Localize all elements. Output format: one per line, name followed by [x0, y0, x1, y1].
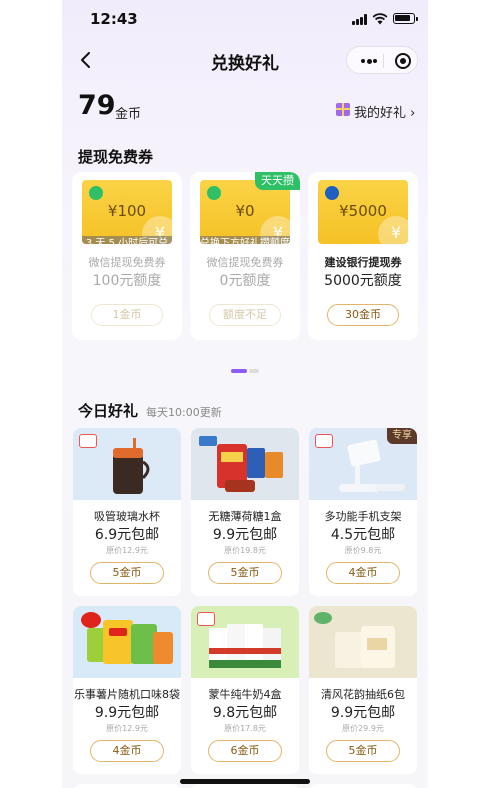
- brand-logo-icon: [197, 612, 215, 626]
- chips-illustration: [81, 612, 173, 664]
- voucher-tag: 天天攒: [255, 172, 300, 190]
- voucher-redeem-button[interactable]: 额度不足: [209, 304, 281, 326]
- more-dots-icon[interactable]: [361, 58, 377, 64]
- product-name: 清风花韵抽纸6包: [321, 688, 405, 701]
- capsule-divider: [383, 54, 384, 68]
- product-price: 4.5元包邮: [330, 527, 396, 543]
- navigation-bar: 兑换好礼: [62, 38, 428, 82]
- brand-logo-icon: [79, 434, 97, 448]
- product-price: 9.9元包邮: [330, 705, 396, 721]
- product-image: [73, 428, 181, 500]
- coin-balance: 79: [78, 90, 116, 121]
- wechat-pay-icon: [89, 186, 103, 200]
- product-redeem-button[interactable]: 6金币: [208, 740, 282, 762]
- voucher-card[interactable]: ¥0 ¥ 兑换下方好礼攒额度 天天攒 微信提现免费券 0元额度 额度不足: [190, 172, 300, 340]
- status-time: 12:43: [90, 10, 138, 28]
- voucher-card[interactable]: ¥5000 ¥ 建设银行提现券 5000元额度 30金币: [308, 172, 418, 340]
- product-original-price: 原价19.8元: [224, 546, 266, 555]
- ccb-bank-icon: [325, 186, 339, 200]
- product-price: 9.8元包邮: [212, 705, 278, 721]
- my-gifts-label: 我的好礼 ›: [354, 106, 416, 121]
- voucher-quota: 100元额度: [92, 273, 162, 289]
- product-image: [309, 606, 417, 678]
- today-section-subtitle: 每天10:00更新: [146, 406, 222, 419]
- mini-program-capsule: [346, 46, 418, 74]
- mint-candy-illustration: [199, 436, 283, 492]
- product-price: 9.9元包邮: [94, 705, 160, 721]
- product-price: 9.9元包邮: [212, 527, 278, 543]
- vouchers-section-title: 提现免费券: [78, 148, 154, 166]
- product-original-price: 原价9.8元: [344, 546, 382, 555]
- carousel-indicator: [231, 369, 261, 373]
- phone-screen: 12:43 兑换好礼 79 金币 我的好礼 › 提现免费券 ¥100 ¥ 3 天…: [62, 0, 428, 788]
- tissue-pack-illustration: [314, 612, 395, 668]
- wechat-pay-icon: [207, 186, 221, 200]
- voucher-carousel[interactable]: ¥100 ¥ 3 天 5 小时后可兑 微信提现免费券 100元额度 1金币 ¥0…: [62, 172, 428, 342]
- product-card[interactable]: 蒙牛纯牛奶4盒 9.8元包邮 原价17.8元 6金币: [191, 606, 299, 774]
- coin-unit: 金币: [115, 107, 142, 122]
- voucher-hint: 兑换下方好礼攒额度: [200, 236, 290, 244]
- product-name: 无糖薄荷糖1盒: [208, 510, 282, 523]
- product-redeem-button[interactable]: 5金币: [208, 562, 282, 584]
- voucher-card[interactable]: ¥100 ¥ 3 天 5 小时后可兑 微信提现免费券 100元额度 1金币: [72, 172, 182, 340]
- product-redeem-button[interactable]: 5金币: [90, 562, 164, 584]
- indicator-active: [231, 369, 247, 373]
- indicator-inactive: [249, 369, 259, 373]
- gift-box-icon: [336, 103, 350, 116]
- product-card-partial: [191, 784, 299, 788]
- product-image: [191, 606, 299, 678]
- product-card[interactable]: 乐事薯片随机口味8袋 9.9元包邮 原价12.9元 4金币: [73, 606, 181, 774]
- product-price: 6.9元包邮: [94, 527, 160, 543]
- status-bar: 12:43: [62, 0, 428, 38]
- product-redeem-button[interactable]: 5金币: [326, 740, 400, 762]
- cellular-signal-icon: [352, 14, 368, 25]
- voucher-name: 微信提现免费券: [88, 256, 166, 269]
- voucher-redeem-button[interactable]: 30金币: [327, 304, 399, 326]
- voucher-ticket: ¥5000 ¥: [318, 180, 408, 244]
- product-card[interactable]: 无糖薄荷糖1盒 9.9元包邮 原价19.8元 5金币: [191, 428, 299, 596]
- product-redeem-button[interactable]: 4金币: [90, 740, 164, 762]
- product-card[interactable]: 清风花韵抽纸6包 9.9元包邮 原价29.9元 5金币: [309, 606, 417, 774]
- product-original-price: 原价12.9元: [106, 546, 148, 555]
- voucher-countdown: 3 天 5 小时后可兑: [82, 236, 172, 244]
- product-image: [73, 606, 181, 678]
- product-name: 多功能手机支架: [324, 510, 402, 523]
- product-name: 乐事薯片随机口味8袋: [74, 688, 180, 701]
- product-name: 蒙牛纯牛奶4盒: [208, 688, 282, 701]
- today-section-title: 今日好礼: [78, 402, 139, 420]
- product-name: 吸管玻璃水杯: [94, 510, 160, 523]
- product-card[interactable]: 吸管玻璃水杯 6.9元包邮 原价12.9元 5金币: [73, 428, 181, 596]
- home-indicator[interactable]: [180, 779, 310, 784]
- voucher-name: 微信提现免费券: [206, 256, 284, 269]
- yen-coin-icon: ¥: [378, 216, 408, 244]
- battery-icon: [393, 13, 418, 24]
- product-original-price: 原价12.9元: [106, 724, 148, 733]
- product-image: [191, 428, 299, 500]
- brand-logo-icon: [315, 434, 333, 448]
- voucher-ticket: ¥100 ¥ 3 天 5 小时后可兑: [82, 180, 172, 244]
- exclusive-badge: 专享: [387, 428, 417, 444]
- product-original-price: 原价29.9元: [342, 724, 384, 733]
- product-card-partial: [309, 784, 417, 788]
- record-target-icon[interactable]: [395, 53, 411, 69]
- product-card[interactable]: 专享 多功能手机支架 4.5元包邮 原价9.8元 4金币: [309, 428, 417, 596]
- voucher-quota: 5000元额度: [324, 273, 402, 289]
- voucher-redeem-button[interactable]: 1金币: [91, 304, 163, 326]
- product-original-price: 原价17.8元: [224, 724, 266, 733]
- voucher-quota: 0元额度: [219, 273, 271, 289]
- wifi-icon: [372, 13, 388, 25]
- product-card-partial: [73, 784, 181, 788]
- product-redeem-button[interactable]: 4金币: [326, 562, 400, 584]
- voucher-name: 建设银行提现券: [324, 256, 402, 269]
